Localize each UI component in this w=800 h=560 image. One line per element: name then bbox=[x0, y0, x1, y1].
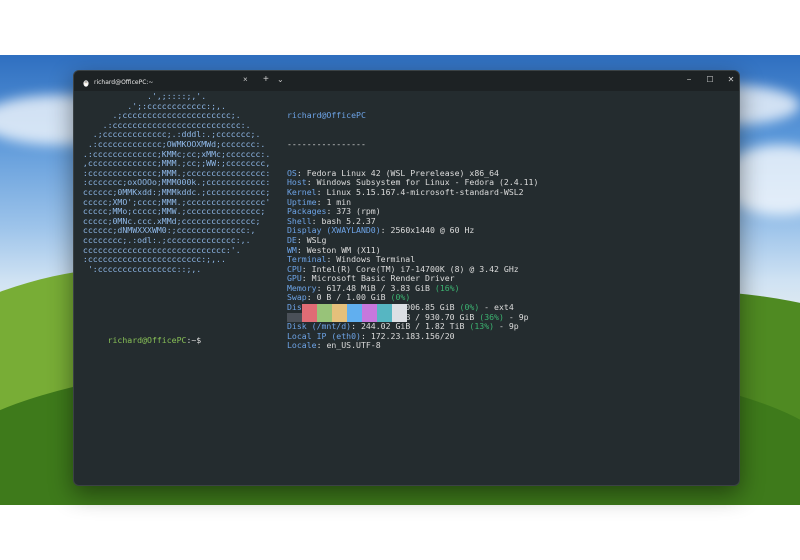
info-value: 244.02 GiB / 1.82 TiB bbox=[360, 321, 470, 332]
info-colon: : bbox=[326, 254, 337, 265]
info-value: Linux 5.15.167.4-microsoft-standard-WSL2 bbox=[326, 186, 524, 197]
info-colon: : bbox=[316, 186, 327, 197]
maximize-button[interactable]: ☐ bbox=[703, 75, 717, 85]
penguin-icon bbox=[82, 79, 90, 87]
info-colon: : bbox=[380, 225, 391, 236]
info-key: Display (XWAYLAND0) bbox=[287, 225, 381, 236]
info-value: 172.23.183.156/20 bbox=[370, 330, 455, 341]
info-percent: (36%) bbox=[479, 311, 504, 322]
info-value: 0 B / 1.00 GiB bbox=[316, 292, 391, 303]
info-colon: : bbox=[316, 282, 327, 293]
info-key: Swap bbox=[287, 292, 307, 303]
info-key: Terminal bbox=[287, 254, 327, 265]
info-filesystem: - 9p bbox=[503, 311, 529, 322]
info-value: 373 (rpm) bbox=[336, 206, 381, 217]
info-key: Local IP (eth0) bbox=[287, 330, 361, 341]
logo-line: ':cccccccccccccccc::;,. bbox=[78, 263, 202, 274]
info-colon: : bbox=[306, 292, 317, 303]
info-colon: : bbox=[296, 167, 307, 178]
palette-swatch bbox=[347, 304, 362, 322]
info-colon: : bbox=[311, 215, 322, 226]
fedora-ascii-logo: .',;::::;,'. .';:cccccccccccc:;,. .;cccc… bbox=[78, 91, 270, 274]
tab-dropdown-icon[interactable]: ⌄ bbox=[277, 75, 284, 85]
title-bar[interactable]: richard@OfficePC:~ × + ⌄ − ☐ ✕ bbox=[74, 71, 739, 91]
info-value: Windows Terminal bbox=[336, 254, 416, 265]
info-key: OS bbox=[287, 167, 297, 178]
info-value: Windows Subsystem for Linux - Fedora (2.… bbox=[316, 177, 539, 188]
info-key: Memory bbox=[287, 282, 317, 293]
info-percent: (0%) bbox=[459, 302, 480, 313]
minimize-button[interactable]: − bbox=[682, 75, 696, 85]
palette-swatch bbox=[332, 304, 347, 322]
info-value: Fedora Linux 42 (WSL Prerelease) x86_64 bbox=[306, 167, 499, 178]
info-key: GPU bbox=[287, 273, 302, 284]
info-separator: ---------------- bbox=[287, 138, 366, 149]
info-colon: : bbox=[306, 177, 317, 188]
tab-close-icon[interactable]: × bbox=[243, 76, 248, 84]
tab-title: richard@OfficePC:~ bbox=[94, 79, 154, 86]
tab-active[interactable]: richard@OfficePC:~ bbox=[77, 74, 177, 91]
info-value: Microsoft Basic Render Driver bbox=[311, 273, 455, 284]
info-filesystem: - ext4 bbox=[479, 302, 514, 313]
palette-swatch bbox=[392, 304, 407, 322]
palette-swatch bbox=[287, 313, 302, 322]
info-key: Host bbox=[287, 177, 307, 188]
info-colon: : bbox=[296, 244, 307, 255]
info-filesystem: - 9p bbox=[494, 321, 519, 332]
close-button[interactable]: ✕ bbox=[724, 75, 738, 85]
terminal-window[interactable]: richard@OfficePC:~ × + ⌄ − ☐ ✕ .',;::::;… bbox=[73, 70, 740, 486]
info-value: en_US.UTF-8 bbox=[326, 340, 381, 351]
info-percent: (13%) bbox=[469, 321, 495, 332]
info-value: Intel(R) Core(TM) i7-14700K (8) @ 3.42 G… bbox=[311, 263, 519, 274]
info-user-host: richard@OfficePC bbox=[287, 110, 366, 121]
info-key: DE bbox=[287, 234, 297, 245]
info-colon: : bbox=[351, 321, 361, 332]
info-value: WSLg bbox=[306, 234, 327, 245]
info-colon: : bbox=[316, 196, 327, 207]
info-key: Disk (/mnt/d) bbox=[287, 321, 352, 332]
prompt-user-host: richard@OfficePC bbox=[107, 334, 187, 345]
info-colon: : bbox=[296, 234, 307, 245]
new-tab-button[interactable]: + bbox=[263, 75, 269, 85]
shell-prompt[interactable]: richard@OfficePC:~$ bbox=[78, 324, 206, 355]
palette-swatch bbox=[302, 304, 317, 322]
info-colon: : bbox=[326, 206, 337, 217]
info-colon: : bbox=[301, 263, 312, 274]
info-key: Shell bbox=[287, 215, 312, 226]
info-value: 617.48 MiB / 3.83 GiB bbox=[326, 282, 435, 293]
info-key: Packages bbox=[287, 206, 327, 217]
info-colon: : bbox=[360, 330, 371, 341]
info-key: WM bbox=[287, 244, 297, 255]
prompt-path: :~$ bbox=[186, 334, 202, 345]
info-value: 2560x1440 @ 60 Hz bbox=[390, 225, 475, 236]
info-key: Kernel bbox=[287, 186, 317, 197]
color-palette bbox=[287, 304, 407, 322]
palette-swatch bbox=[377, 304, 392, 322]
info-value: bash 5.2.37 bbox=[321, 215, 376, 226]
palette-swatch bbox=[362, 304, 377, 322]
info-value: Weston WM (X11) bbox=[306, 244, 381, 255]
cursor bbox=[201, 334, 206, 343]
info-colon: : bbox=[301, 273, 312, 284]
info-percent: (16%) bbox=[434, 282, 460, 293]
info-key: Locale bbox=[287, 340, 317, 351]
terminal-content[interactable]: .',;::::;,'. .';:cccccccccccc:;,. .;cccc… bbox=[78, 91, 739, 485]
info-value: 1 min bbox=[326, 196, 352, 207]
info-key: Uptime bbox=[287, 196, 317, 207]
info-percent: (0%) bbox=[390, 292, 411, 303]
palette-swatch bbox=[317, 304, 332, 322]
info-colon: : bbox=[316, 340, 327, 351]
info-key: CPU bbox=[287, 263, 302, 274]
info-row: Locale: en_US.UTF-8 bbox=[287, 341, 538, 351]
